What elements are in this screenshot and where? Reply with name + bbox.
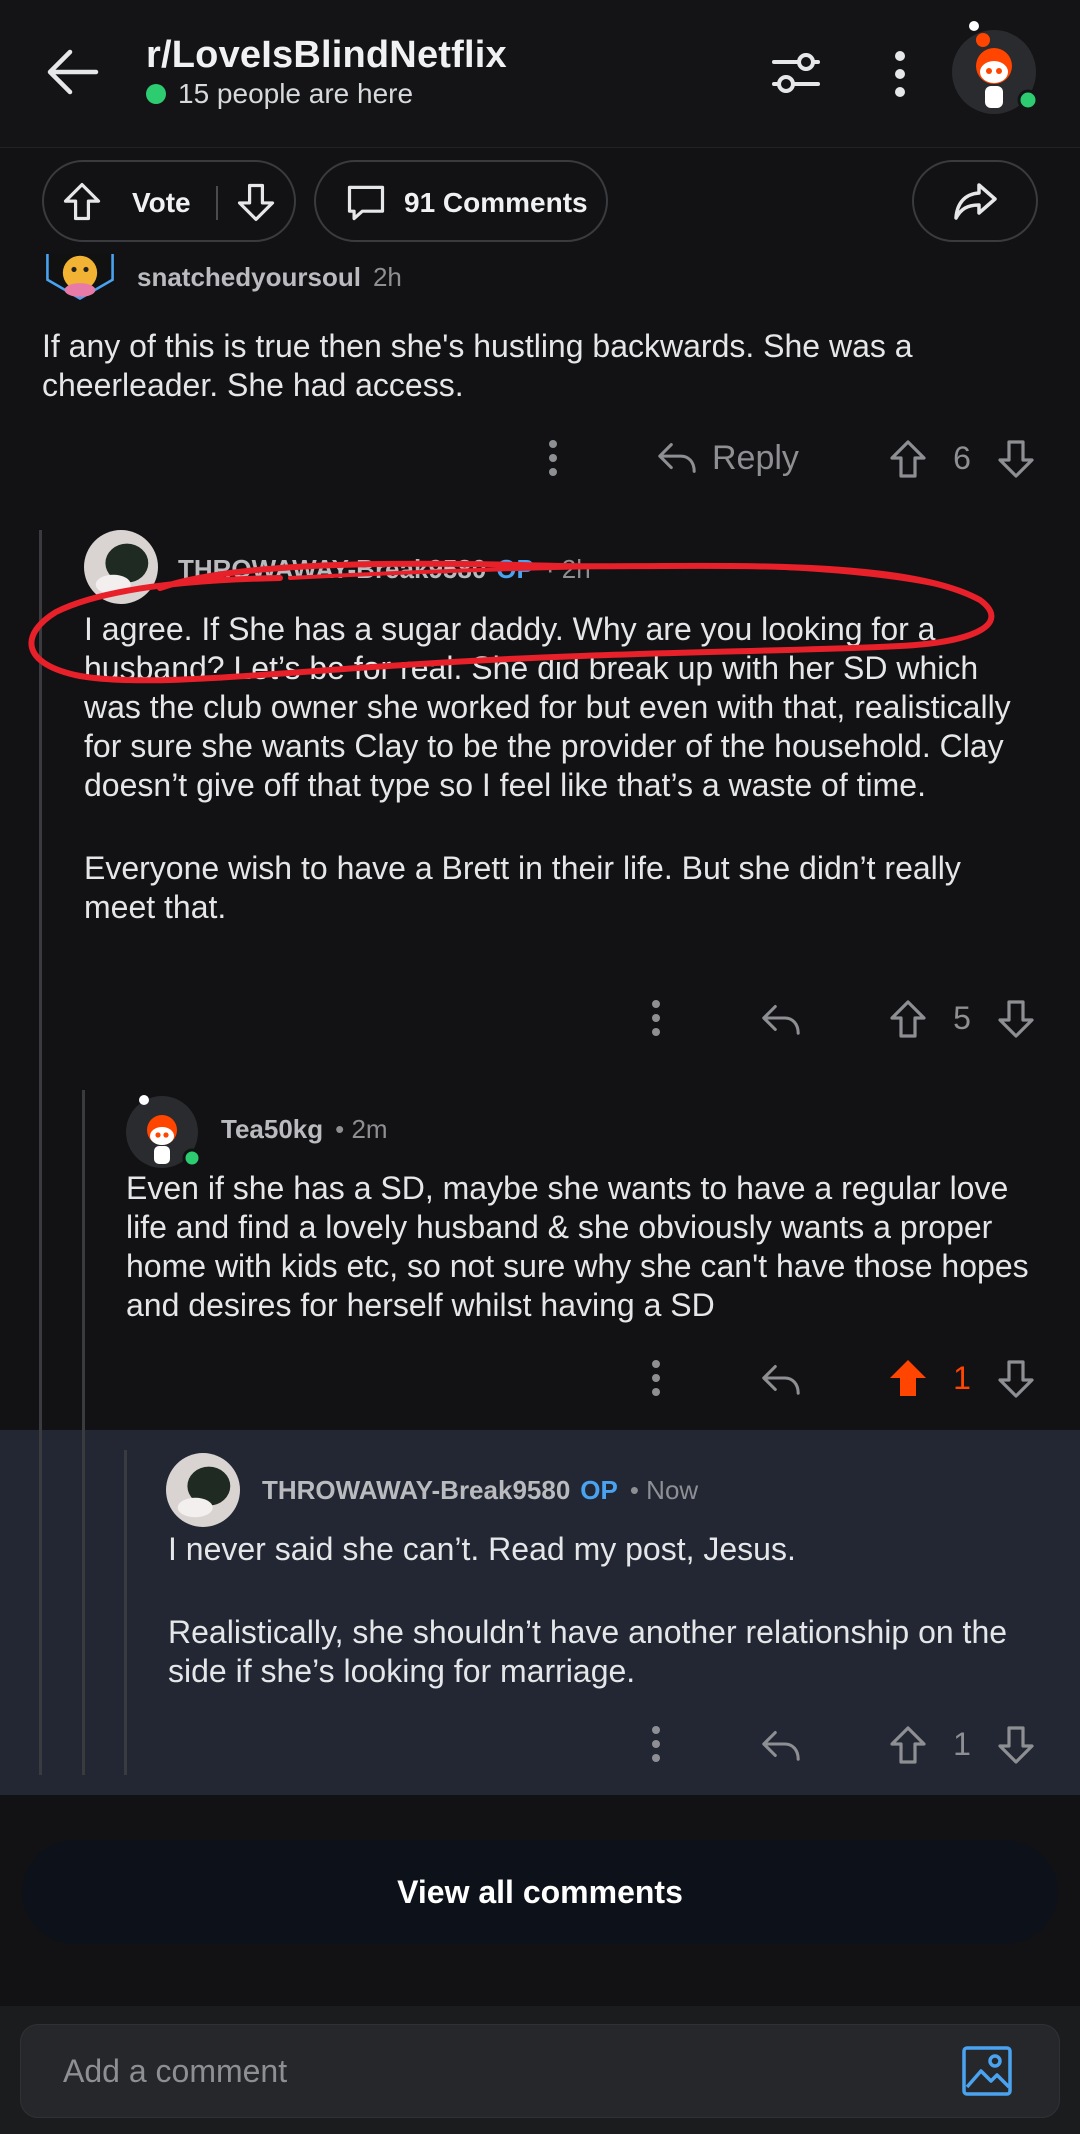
comment-body: I never said she can’t. Read my post, Je… <box>168 1530 1048 1691</box>
comment-paragraph: Realistically, she shouldn’t have anothe… <box>168 1614 1008 1689</box>
op-badge: OP <box>496 554 534 584</box>
comment-time: 2h <box>372 262 402 292</box>
comment-time: · 2h <box>545 554 591 584</box>
comments-button[interactable]: 91 Comments <box>314 160 608 242</box>
downvote-icon[interactable] <box>234 180 278 224</box>
comment-username[interactable]: THROWAWAY-Break9580 <box>262 1475 570 1506</box>
back-arrow-icon[interactable] <box>40 40 104 104</box>
comment-paragraph: I never said she can’t. Read my post, Je… <box>168 1531 796 1567</box>
more-vertical-icon[interactable] <box>646 990 666 1046</box>
comment-actions: 5 <box>0 990 1080 1046</box>
vote-pill: Vote <box>42 160 296 242</box>
upvote-icon[interactable] <box>886 1716 930 1772</box>
comment-avatar[interactable] <box>124 1090 204 1170</box>
filter-icon[interactable] <box>766 44 826 104</box>
score: 1 <box>953 1725 971 1762</box>
downvote-icon[interactable] <box>994 430 1038 486</box>
user-avatar[interactable] <box>952 16 1044 116</box>
vote-divider <box>216 186 218 220</box>
comment-paragraph: I agree. If She has a sugar daddy. Why a… <box>84 611 1011 803</box>
comment-body: Even if she has a SD, maybe she wants to… <box>126 1169 1046 1325</box>
app-header: r/LoveIsBlindNetflix 15 people are here <box>0 0 1080 148</box>
image-icon[interactable] <box>961 2045 1013 2097</box>
downvote-icon[interactable] <box>994 1350 1038 1406</box>
red-annotation-circle <box>28 560 995 684</box>
comment-paragraph: Even if she has a SD, maybe she wants to… <box>126 1170 1029 1323</box>
comment-input[interactable] <box>63 2025 923 2117</box>
post-action-bar: Vote 91 Comments <box>0 150 1080 254</box>
comment-body: I agree. If She has a sugar daddy. Why a… <box>84 610 1024 927</box>
comment-paragraph: If any of this is true then she's hustli… <box>42 328 913 403</box>
share-icon <box>954 183 997 220</box>
score: 5 <box>953 999 971 1036</box>
comment-actions: Reply 6 <box>0 430 1080 486</box>
comment-meta: THROWAWAY-Break9580 OP · 2h <box>178 554 591 585</box>
downvote-icon[interactable] <box>994 990 1038 1046</box>
more-vertical-icon[interactable] <box>880 44 920 104</box>
more-vertical-icon[interactable] <box>543 430 563 486</box>
downvote-icon[interactable] <box>994 1716 1038 1772</box>
comment-username[interactable]: THROWAWAY-Break9580 <box>178 554 486 585</box>
comment-composer <box>20 2024 1060 2118</box>
score: 6 <box>953 439 971 476</box>
comment-meta: snatchedyoursoul 2h <box>137 262 402 293</box>
thread-line-level-2 <box>82 1090 85 1775</box>
reply-label: Reply <box>712 438 799 477</box>
thread-line-level-1 <box>39 530 42 1775</box>
reply-button[interactable]: Reply <box>656 430 806 486</box>
comment-meta: THROWAWAY-Break9580 OP • Now <box>262 1475 698 1506</box>
score: 1 <box>953 1359 971 1396</box>
comment-composer-bar <box>0 2006 1080 2134</box>
more-vertical-icon[interactable] <box>646 1716 666 1772</box>
subreddit-title[interactable]: r/LoveIsBlindNetflix <box>146 34 507 77</box>
share-button[interactable] <box>912 160 1038 242</box>
comment-username[interactable]: Tea50kg <box>221 1114 323 1145</box>
upvote-icon[interactable] <box>60 180 104 224</box>
upvote-icon[interactable] <box>886 990 930 1046</box>
comment-time: • 2m <box>335 1114 388 1144</box>
reply-icon[interactable] <box>760 1716 802 1772</box>
comment-avatar[interactable] <box>166 1453 240 1527</box>
op-badge: OP <box>580 1475 618 1505</box>
comment-paragraph: Everyone wish to have a Brett in their l… <box>84 850 961 925</box>
more-vertical-icon[interactable] <box>646 1350 666 1406</box>
comment-avatar[interactable] <box>84 530 158 604</box>
comment-icon <box>347 185 385 221</box>
online-count-text: 15 people are here <box>178 78 414 109</box>
view-all-comments-button[interactable]: View all comments <box>22 1840 1058 1944</box>
reply-icon[interactable] <box>760 1350 802 1406</box>
comment-body: If any of this is true then she's hustli… <box>42 327 1042 405</box>
upvote-icon[interactable] <box>886 430 930 486</box>
comment-avatar[interactable] <box>40 254 120 314</box>
upvote-icon-active[interactable] <box>886 1350 930 1406</box>
reply-icon[interactable] <box>760 990 802 1046</box>
vote-label: Vote <box>132 187 191 218</box>
comment-actions: 1 <box>0 1716 1080 1772</box>
reply-icon <box>658 443 696 473</box>
comment-meta: Tea50kg • 2m <box>221 1114 388 1145</box>
comment-time: • Now <box>629 1475 699 1505</box>
comment-username[interactable]: snatchedyoursoul <box>137 262 361 293</box>
comment-actions: 1 <box>0 1350 1080 1406</box>
online-indicator <box>146 84 166 104</box>
comments-count-label: 91 Comments <box>404 187 588 218</box>
online-status: 15 people are here <box>146 78 413 110</box>
